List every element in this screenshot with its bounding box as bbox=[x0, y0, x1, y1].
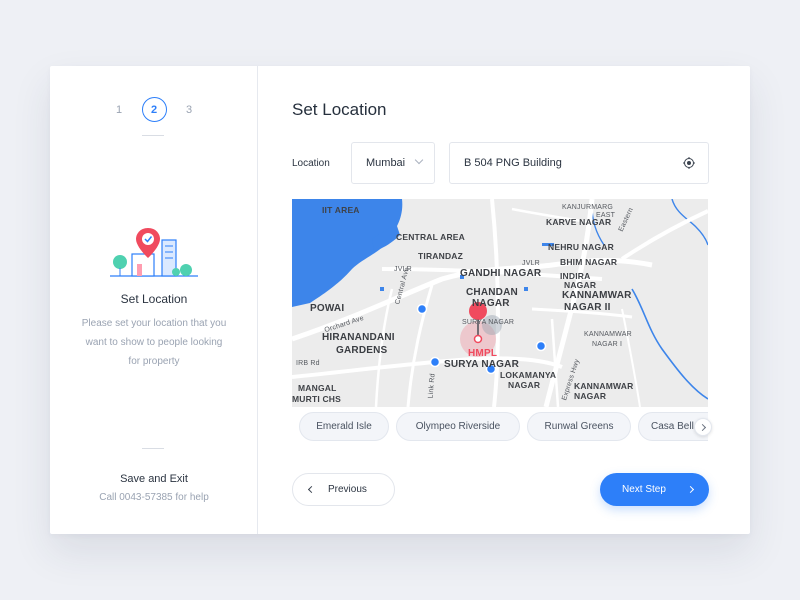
map-label: MURTI CHS bbox=[292, 394, 342, 404]
next-step-button-label: Next Step bbox=[622, 484, 666, 495]
step-divider bbox=[142, 135, 164, 136]
previous-button[interactable]: Previous bbox=[292, 473, 395, 506]
page-title: Set Location bbox=[292, 100, 387, 119]
map-label: LOKAMANYA bbox=[500, 370, 557, 380]
map-label: POWAI bbox=[310, 303, 345, 314]
chevron-left-icon bbox=[307, 485, 316, 494]
map-label: HIRANANDANI bbox=[322, 332, 395, 343]
next-step-button[interactable]: Next Step bbox=[600, 473, 709, 506]
chevron-right-icon bbox=[698, 423, 706, 431]
map-label: KARVE NAGAR bbox=[546, 217, 612, 227]
suggestion-chip[interactable]: Olympeo Riverside bbox=[396, 412, 520, 441]
map[interactable]: IIT AREA CENTRAL AREA TIRANDAZ JVLR JVLR… bbox=[292, 199, 708, 407]
map-label: NAGAR I bbox=[592, 341, 623, 348]
map-label: HMPL bbox=[468, 348, 498, 359]
help-text: Call 0043-57385 for help bbox=[99, 492, 209, 503]
step-indicator: 1 2 3 bbox=[50, 97, 258, 122]
map-label: NAGAR bbox=[472, 298, 510, 309]
map-label: KANNAMWAR bbox=[584, 331, 632, 338]
map-label: KANNAMWAR bbox=[562, 290, 632, 301]
previous-button-label: Previous bbox=[328, 484, 367, 495]
wizard-card: 1 2 3 Set Location Please set your locat… bbox=[50, 66, 750, 534]
map-label: SURYA NAGAR bbox=[462, 319, 515, 326]
map-label: MANGAL bbox=[298, 383, 337, 393]
map-label: NEHRU NAGAR bbox=[548, 242, 614, 252]
locate-me-icon[interactable] bbox=[683, 157, 695, 169]
save-exit-link[interactable]: Save and Exit bbox=[50, 473, 258, 485]
map-label: CHANDAN bbox=[466, 287, 518, 298]
chips-next-button[interactable] bbox=[694, 418, 712, 436]
map-label: IRB Rd bbox=[296, 360, 320, 367]
location-building-illustration-icon bbox=[110, 228, 198, 277]
sidebar-description: Please set your location that you want t… bbox=[81, 318, 227, 367]
map-label: CENTRAL AREA bbox=[396, 232, 465, 242]
sidebar: 1 2 3 Set Location Please set your locat… bbox=[50, 66, 258, 534]
suggestion-chip[interactable]: Emerald Isle bbox=[299, 412, 389, 441]
map-label: NAGAR bbox=[564, 280, 597, 290]
map-label: SURYA NAGAR bbox=[444, 359, 519, 370]
address-input-value: B 504 PNG Building bbox=[464, 157, 562, 169]
city-select-value: Mumbai bbox=[366, 157, 406, 169]
city-select[interactable]: Mumbai bbox=[351, 142, 435, 184]
map-label: GARDENS bbox=[336, 345, 388, 356]
map-label: BHIM NAGAR bbox=[560, 257, 618, 267]
sidebar-divider bbox=[142, 448, 164, 449]
sidebar-title: Set Location bbox=[120, 292, 188, 306]
location-label: Location bbox=[292, 158, 330, 169]
step-2[interactable]: 2 bbox=[141, 97, 167, 122]
chevron-right-icon bbox=[686, 485, 695, 494]
suggestion-chips: Emerald Isle Olympeo Riverside Runwal Gr… bbox=[299, 412, 708, 442]
map-label: TIRANDAZ bbox=[418, 251, 464, 261]
map-label: NAGAR bbox=[508, 380, 541, 390]
chevron-down-icon bbox=[414, 155, 424, 165]
suggestion-chip[interactable]: Runwal Greens bbox=[527, 412, 631, 441]
map-label: KANNAMWAR bbox=[574, 381, 634, 391]
step-3[interactable]: 3 bbox=[177, 97, 202, 122]
map-label: IIT AREA bbox=[322, 205, 360, 215]
main-panel: Set Location Location Mumbai B 504 PNG B… bbox=[258, 66, 750, 534]
map-label: NAGAR II bbox=[564, 302, 611, 313]
map-label: NAGAR bbox=[574, 391, 607, 401]
step-1[interactable]: 1 bbox=[107, 97, 132, 122]
map-label: GANDHI NAGAR bbox=[460, 268, 542, 279]
address-input[interactable]: B 504 PNG Building bbox=[449, 142, 709, 184]
